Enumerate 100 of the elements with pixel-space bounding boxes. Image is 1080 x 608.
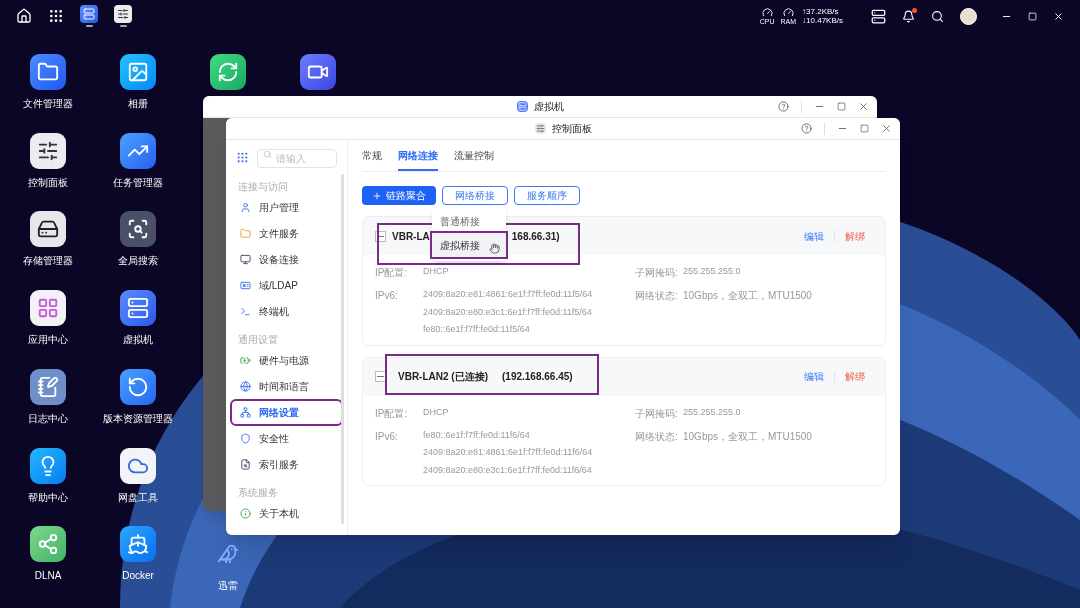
- file-search-icon: [240, 459, 251, 470]
- terminal-icon: [240, 306, 251, 317]
- field-label: 子网掩码:: [635, 406, 679, 421]
- field-label: 子网掩码:: [635, 266, 679, 280]
- sliders-icon: [534, 123, 546, 134]
- hand-cursor-icon: [489, 243, 500, 254]
- app-label: 控制面板: [28, 175, 68, 190]
- server-icon[interactable]: [80, 5, 98, 23]
- field-value: fe80::6e1f:f7ff:fe0d:11f5/64: [423, 323, 531, 336]
- field-value: 2409:8a20:e81:4861:6e1f:f7ff:fe0d:11f5/64: [423, 288, 593, 301]
- globe-icon: [240, 381, 251, 392]
- app-label: 存储管理器: [23, 254, 73, 269]
- sidebar-item[interactable]: 时间和语言: [232, 375, 341, 398]
- window-title: 虚拟机: [533, 100, 564, 114]
- menu-item[interactable]: 虚拟桥接: [432, 233, 506, 257]
- sidebar-item[interactable]: 设备连接: [232, 248, 341, 271]
- bridge-ip: (192.168.66.45): [502, 370, 573, 384]
- sidebar-item[interactable]: 用户管理: [232, 196, 341, 219]
- app-label: 版本资源管理器: [103, 411, 173, 426]
- shield-icon: [240, 433, 251, 444]
- sidebar-item[interactable]: 索引服务: [232, 453, 341, 476]
- field-value: 2409:8a20:e81:4861:6e1f:f7ff:fe0d:11f6/64: [423, 446, 593, 459]
- battery-icon: [240, 355, 251, 366]
- sidebar-item[interactable]: 域/LDAP: [232, 274, 341, 297]
- app-label: 日志中心: [28, 411, 68, 426]
- sidebar-item[interactable]: 硬件与电源: [232, 349, 341, 372]
- sidebar-item[interactable]: 网络设置: [232, 401, 341, 424]
- help-icon[interactable]: [778, 101, 789, 112]
- hard-drive-icon[interactable]: [30, 211, 66, 248]
- field-label: IPv6:: [375, 429, 399, 444]
- share-icon[interactable]: [30, 526, 66, 563]
- outline-button[interactable]: 服务顺序: [514, 186, 580, 205]
- app-label: 网盘工具: [118, 490, 158, 505]
- search-field[interactable]: 请输入: [257, 149, 337, 168]
- edit-link[interactable]: 编辑: [804, 228, 824, 244]
- field-value: 10Gbps，全双工，MTU1500: [683, 289, 812, 303]
- field-label: IP配置:: [375, 266, 409, 280]
- ship-icon[interactable]: [120, 526, 156, 563]
- field-value: DHCP: [423, 265, 449, 278]
- folder-icon[interactable]: [30, 54, 66, 90]
- field-value: 255.255.255.0: [683, 405, 741, 419]
- app-label: 应用中心: [28, 333, 68, 348]
- sidebar-item[interactable]: 安全性: [232, 427, 341, 450]
- tab[interactable]: 常规: [362, 148, 382, 171]
- server-icon[interactable]: [120, 290, 156, 327]
- app-label: 全局搜索: [118, 254, 158, 269]
- user-icon: [240, 202, 251, 213]
- video-icon[interactable]: [300, 54, 336, 90]
- avatar[interactable]: [960, 7, 977, 25]
- field-value: fe80::6e1f:f7ff:fe0d:11f6/64: [423, 428, 531, 442]
- notebook-icon[interactable]: [30, 368, 66, 405]
- sliders-icon[interactable]: [114, 5, 132, 23]
- image-icon[interactable]: [120, 54, 156, 90]
- add-button[interactable]: 链路聚合: [362, 186, 436, 205]
- collapse-icon[interactable]: [375, 230, 386, 242]
- help-icon[interactable]: [801, 123, 812, 134]
- gauge-icon: [782, 7, 794, 18]
- trend-icon[interactable]: [120, 132, 156, 169]
- app-label: 虚拟机: [123, 333, 153, 348]
- refresh-icon[interactable]: [210, 54, 246, 90]
- grid-icon[interactable]: [30, 290, 66, 327]
- app-grid-icon[interactable]: [48, 8, 64, 24]
- app-label: 帮助中心: [28, 490, 68, 505]
- sliders-icon[interactable]: [30, 132, 66, 169]
- server-icon: [516, 101, 528, 112]
- sidebar-item[interactable]: 终端机: [232, 300, 341, 323]
- tab[interactable]: 流量控制: [454, 148, 494, 171]
- sidebar-item[interactable]: 关于本机: [232, 502, 341, 525]
- lightbulb-icon[interactable]: [30, 447, 66, 484]
- menu-item[interactable]: 普通桥接: [432, 209, 506, 233]
- edit-link[interactable]: 编辑: [804, 369, 824, 384]
- close-icon[interactable]: [1053, 10, 1064, 22]
- app-label: 迅雷: [218, 579, 238, 593]
- plus-icon: [372, 190, 382, 201]
- field-label: 网络状态:: [635, 289, 679, 303]
- rotate-icon[interactable]: [120, 368, 156, 405]
- search-icon[interactable]: [931, 9, 944, 23]
- field-label: 网络状态:: [635, 429, 679, 444]
- field-value: 2409:8a20:e80:e3c1:6e1f:f7ff:fe0d:11f6/64: [423, 463, 593, 477]
- server-icon[interactable]: [871, 8, 886, 24]
- info-icon: [240, 508, 251, 519]
- sidebar-item[interactable]: 文件服务: [232, 222, 341, 245]
- id-card-icon: [240, 280, 251, 291]
- tab[interactable]: 网络连接: [398, 148, 438, 171]
- window-title: 控制面板: [551, 122, 592, 136]
- field-value: DHCP: [423, 405, 449, 419]
- search-list-icon[interactable]: [120, 211, 156, 248]
- section-heading: 通用设置: [237, 333, 279, 347]
- home-icon[interactable]: [16, 8, 32, 24]
- download-speed: ↓10.47KB/s: [802, 16, 843, 25]
- app-label: 文件管理器: [23, 97, 73, 111]
- app-label: 任务管理器: [113, 175, 163, 190]
- monitor-icon: [240, 254, 251, 265]
- collapse-icon[interactable]: [375, 371, 386, 382]
- gauge-icon: [761, 7, 773, 18]
- cloud-icon[interactable]: [120, 447, 156, 484]
- field-label: IPv6:: [375, 289, 399, 303]
- field-label: IP配置:: [375, 406, 409, 421]
- folder-icon: [240, 228, 251, 239]
- bell-icon[interactable]: [902, 9, 915, 23]
